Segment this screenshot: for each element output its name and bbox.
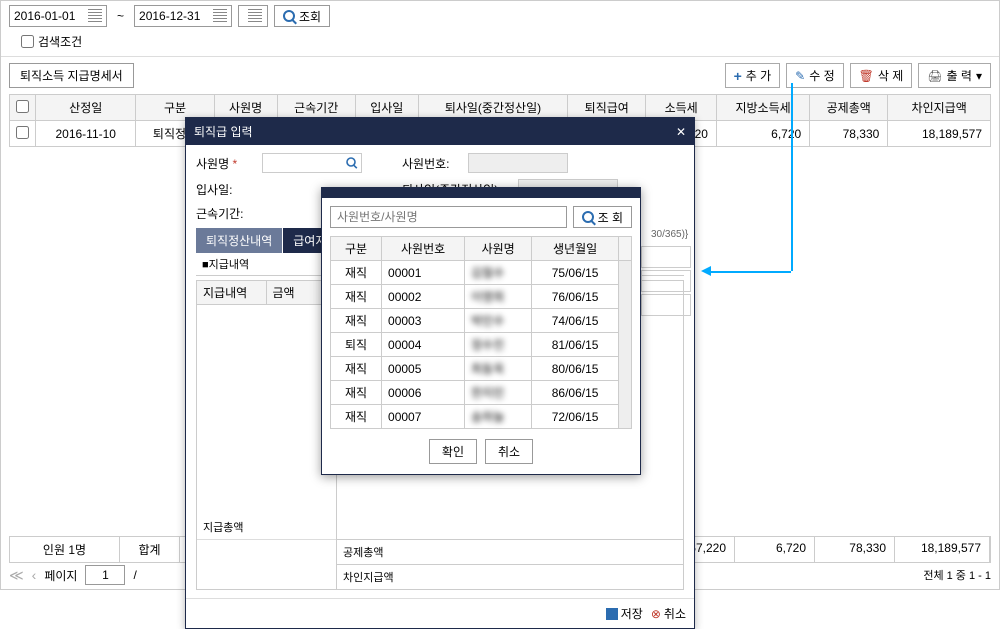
employee-query-button[interactable]: 조 회 xyxy=(573,206,632,228)
col-ltax: 지방소득세 xyxy=(716,95,809,121)
tab-retirement-statement[interactable]: 퇴직소득 지급명세서 xyxy=(9,63,134,88)
plus-icon: + xyxy=(734,68,742,84)
total-deduct-label: 공제총액 xyxy=(337,540,683,565)
employee-row[interactable]: 재직00007송하늘72/06/15 xyxy=(331,405,632,429)
col-date: 산정일 xyxy=(36,95,136,121)
calendar-icon[interactable] xyxy=(88,9,102,23)
label-empno: 사원번호: xyxy=(402,155,462,172)
date-range-tilde: ~ xyxy=(117,9,124,23)
empno-field xyxy=(468,153,568,173)
label-hire: 입사일: xyxy=(196,181,256,198)
total-pay-label: 지급총액 xyxy=(197,515,336,540)
save-icon xyxy=(606,608,618,620)
total-net-label: 차인지급액 xyxy=(337,565,683,589)
page-label: 페이지 xyxy=(44,567,77,584)
col-net: 차인지급액 xyxy=(888,95,991,121)
page-number-input[interactable] xyxy=(85,565,125,585)
page-total-label: 전체 1 중 1 - 1 xyxy=(923,567,991,583)
employee-table: 구분 사원번호 사원명 생년월일 재직00001김철수75/06/15재직000… xyxy=(330,236,632,429)
add-button[interactable]: +추 가 xyxy=(725,63,781,88)
delete-button[interactable]: 🗑삭 제 xyxy=(850,63,913,88)
summary-deduct: 78,330 xyxy=(815,537,895,562)
page-first-button[interactable]: ≪ xyxy=(9,567,24,584)
date-to-field[interactable] xyxy=(139,9,209,23)
employee-row[interactable]: 재직00002이영희76/06/15 xyxy=(331,285,632,309)
dialog-title: 퇴직급 입력 xyxy=(194,123,253,140)
employee-row[interactable]: 재직00005최동욱80/06/15 xyxy=(331,357,632,381)
calendar-popup-button[interactable] xyxy=(238,5,268,27)
employee-search-dialog: 조 회 구분 사원번호 사원명 생년월일 재직00001김철수75/06/15재… xyxy=(321,187,641,475)
employee-row[interactable]: 재직00003박민수74/06/15 xyxy=(331,309,632,333)
save-button[interactable]: 저장 xyxy=(606,605,643,622)
summary-ltax: 6,720 xyxy=(735,537,815,562)
search-icon xyxy=(283,10,295,22)
label-empname: 사원명 * xyxy=(196,155,256,172)
search-icon xyxy=(582,211,594,223)
cancel-icon: ⊗ xyxy=(651,607,661,621)
employee-row[interactable]: 재직00001김철수75/06/15 xyxy=(331,261,632,285)
trash-icon: 🗑 xyxy=(859,69,874,83)
query-button[interactable]: 조회 xyxy=(274,5,330,27)
edit-button[interactable]: ✎수 정 xyxy=(786,63,843,88)
empname-field[interactable] xyxy=(262,153,362,173)
search-cond-label: 검색조건 xyxy=(38,33,82,50)
close-icon[interactable]: ✕ xyxy=(676,125,686,139)
print-button[interactable]: 🖨출 력▾ xyxy=(918,63,991,88)
calendar-icon xyxy=(248,9,262,23)
pencil-icon: ✎ xyxy=(795,69,805,83)
cancel-button[interactable]: 취소 xyxy=(485,439,533,464)
employee-row[interactable]: 재직00006한지민86/06/15 xyxy=(331,381,632,405)
print-icon: 🖨 xyxy=(927,69,942,83)
scrollbar[interactable] xyxy=(619,237,632,261)
page-prev-button[interactable]: ‹ xyxy=(32,567,37,583)
search-icon xyxy=(346,157,356,167)
summary-net: 18,189,577 xyxy=(895,537,990,562)
label-tenure: 근속기간: xyxy=(196,205,256,222)
query-label: 조회 xyxy=(299,8,321,25)
date-to-input[interactable] xyxy=(134,5,232,27)
search-cond-checkbox[interactable] xyxy=(21,35,34,48)
date-from-input[interactable] xyxy=(9,5,107,27)
chevron-down-icon: ▾ xyxy=(976,69,982,83)
col-deduct: 공제총액 xyxy=(810,95,888,121)
formula-fragment: 30/365)} xyxy=(651,229,688,240)
calendar-icon[interactable] xyxy=(213,9,227,23)
select-all-checkbox[interactable] xyxy=(16,100,29,113)
subtab-settlement[interactable]: 퇴직정산내역 xyxy=(196,228,283,253)
summary-sum-label: 합계 xyxy=(120,537,180,562)
ok-button[interactable]: 확인 xyxy=(429,439,477,464)
employee-search-input[interactable] xyxy=(330,206,567,228)
employee-row[interactable]: 퇴직00004정수진81/06/15 xyxy=(331,333,632,357)
date-from-field[interactable] xyxy=(14,9,84,23)
summary-count: 인원 1명 xyxy=(10,537,120,562)
cancel-button[interactable]: ⊗취소 xyxy=(651,605,686,622)
row-checkbox[interactable] xyxy=(16,126,29,139)
